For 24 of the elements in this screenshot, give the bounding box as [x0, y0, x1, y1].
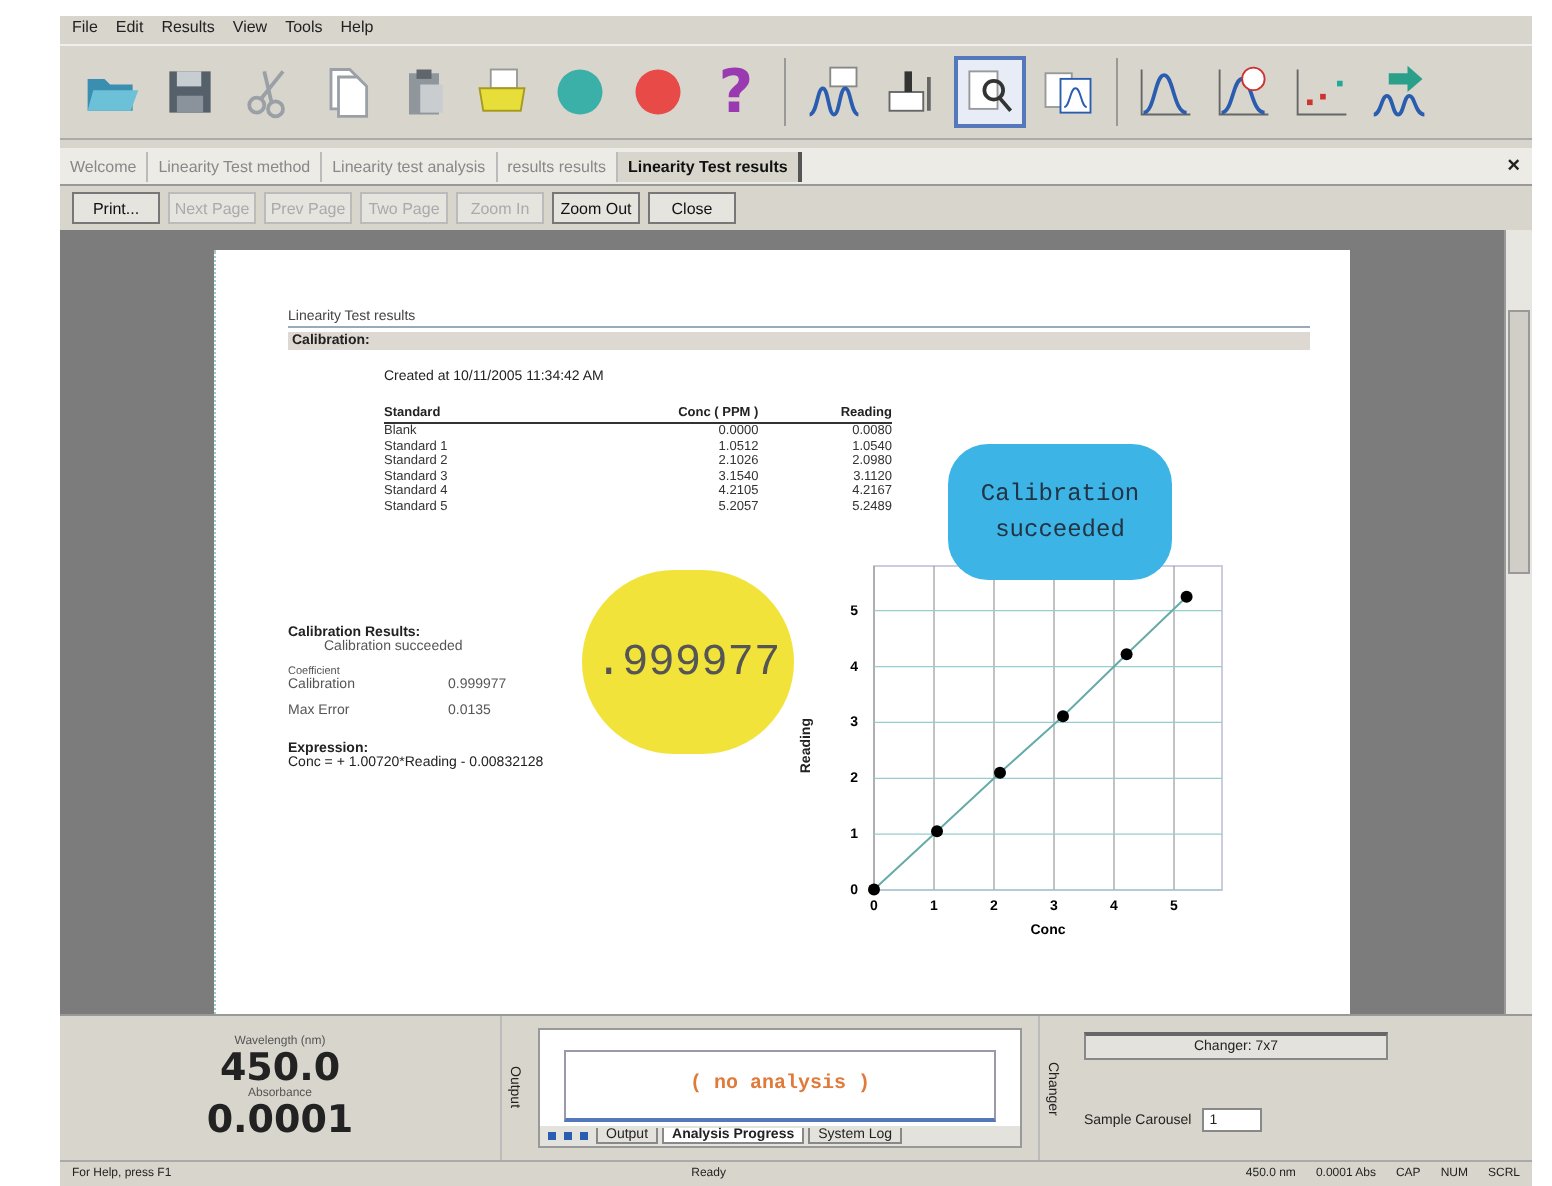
- readout-value: 450.0: [219, 1048, 341, 1088]
- data-point: [931, 825, 943, 838]
- menu-item[interactable]: Tools: [285, 18, 323, 42]
- status-callout: Calibration succeeded: [948, 444, 1172, 580]
- output-message: ( no analysis ): [564, 1050, 996, 1122]
- data-point: [1180, 590, 1193, 603]
- vertical-scrollbar[interactable]: [1504, 230, 1532, 1014]
- data-point: [868, 883, 880, 896]
- preview-button[interactable]: Close: [648, 192, 736, 224]
- menu-item[interactable]: Results: [161, 18, 215, 42]
- value-callout: .999977: [582, 570, 794, 754]
- data-point: [994, 766, 1006, 779]
- close-tab-button[interactable]: ×: [1495, 154, 1532, 178]
- menu-item[interactable]: View: [232, 18, 268, 42]
- data-point: [1120, 648, 1133, 661]
- readout-value: 0.0001: [206, 1100, 354, 1140]
- preview-button[interactable]: Print...: [72, 192, 160, 224]
- data-point: [1057, 710, 1069, 723]
- document-tab[interactable]: Linearity Test results: [617, 151, 802, 181]
- help-button[interactable]: ?: [700, 56, 772, 128]
- menu-item[interactable]: Edit: [115, 18, 144, 42]
- menu-item[interactable]: File: [72, 18, 98, 42]
- preview-button[interactable]: Zoom Out: [552, 192, 640, 224]
- menu-item[interactable]: Help: [340, 18, 374, 42]
